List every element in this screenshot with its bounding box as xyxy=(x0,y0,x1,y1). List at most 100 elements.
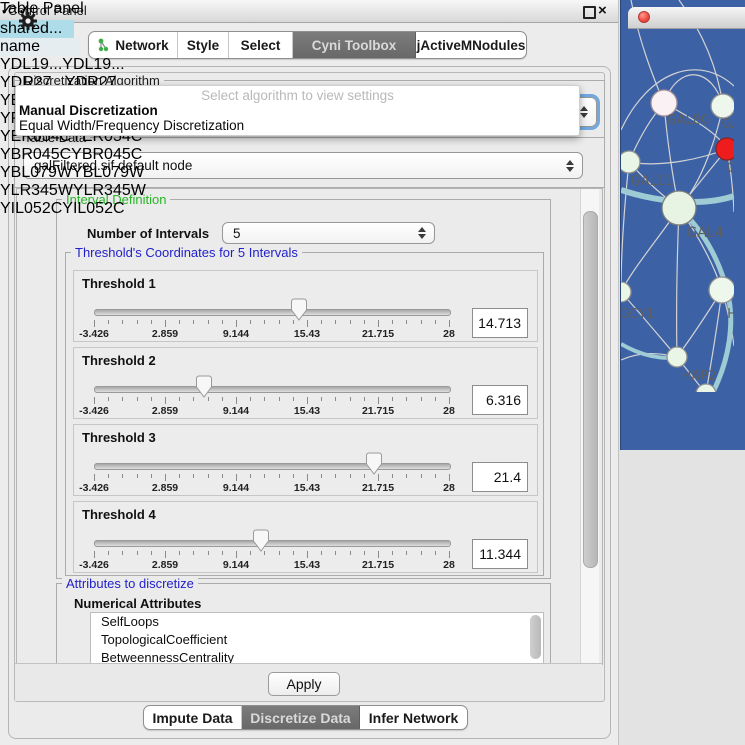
slider-track[interactable] xyxy=(94,386,451,393)
threshold-panel: Threshold 3-3.4262.8599.14415.4321.71528… xyxy=(73,424,538,496)
table-row[interactable]: YBR045CYBR045C xyxy=(0,146,149,164)
num-intervals-combobox[interactable]: 5 xyxy=(222,222,435,244)
num-intervals-value: 5 xyxy=(233,226,241,241)
top-tab-bar: NetworkStyleSelectCyni ToolboxjActiveMNo… xyxy=(88,31,527,59)
slider-tick xyxy=(179,551,180,555)
numerical-attributes-list[interactable]: SelfLoopsTopologicalCoefficientBetweenne… xyxy=(90,612,544,664)
slider-tick xyxy=(165,551,166,558)
attributes-scrollbar[interactable] xyxy=(530,615,541,659)
slider-tick xyxy=(335,397,336,401)
network-node-label: GAL11 xyxy=(631,174,674,189)
gear-icon[interactable] xyxy=(18,11,38,31)
table-cell: YDL19... xyxy=(0,56,62,73)
tab-label: jActiveMNodules xyxy=(417,38,526,53)
network-edge[interactable] xyxy=(621,162,629,292)
table-row[interactable]: YBL079WYBL079W xyxy=(0,164,149,182)
combo-spinner-icon xyxy=(580,106,588,118)
table-column-header[interactable]: name xyxy=(0,38,80,56)
algorithm-dropdown-popup: Select algorithm to view settings Manual… xyxy=(15,85,580,136)
network-node-gal4[interactable] xyxy=(662,191,696,225)
slider-axis-label: 2.859 xyxy=(152,482,178,494)
slider-tick xyxy=(94,551,95,558)
threshold-value-field[interactable]: 6.316 xyxy=(472,385,528,415)
network-canvas[interactable]: GAL80GACGAL11GAL4GCY1HHAP2 xyxy=(621,0,745,397)
slider-tick xyxy=(108,320,109,324)
slider-track[interactable] xyxy=(94,309,451,316)
slider-tick xyxy=(421,397,422,401)
dropdown-option[interactable]: Equal Width/Frequency Discretization xyxy=(19,118,244,133)
attribute-list-item[interactable]: TopologicalCoefficient xyxy=(91,631,543,649)
close-icon[interactable]: × xyxy=(598,0,607,22)
network-view-window: GAL80GACGAL11GAL4GCY1HHAP2 xyxy=(620,0,745,450)
settings-vscrollbar-track[interactable] xyxy=(580,189,599,664)
slider-tick xyxy=(151,397,152,401)
dropdown-option[interactable]: Manual Discretization xyxy=(19,103,158,118)
tab-discretize-data[interactable]: Discretize Data xyxy=(242,706,360,729)
slider-tick xyxy=(122,474,123,478)
threshold-value-field[interactable]: 14.713 xyxy=(472,308,528,338)
network-node-gal11[interactable] xyxy=(621,151,640,173)
slider-thumb[interactable] xyxy=(291,298,307,321)
slider-tick xyxy=(364,320,365,324)
checkbox-icon[interactable]: ✓ xyxy=(0,2,13,19)
attribute-list-item[interactable]: BetweennessCentrality xyxy=(91,649,543,664)
interval-definition-group: Interval Definition Number of Intervals … xyxy=(56,199,551,579)
threshold-value-field[interactable]: 11.344 xyxy=(472,539,528,569)
slider-tick xyxy=(236,397,237,404)
slider-tick xyxy=(321,551,322,555)
network-node-hap2[interactable] xyxy=(667,347,687,367)
network-edge[interactable] xyxy=(629,149,727,164)
slider-tick xyxy=(350,474,351,478)
slider-axis-label: 9.144 xyxy=(223,482,249,494)
tab-impute-data[interactable]: Impute Data xyxy=(144,706,242,729)
tab-style[interactable]: Style xyxy=(178,32,229,58)
slider-tick xyxy=(222,397,223,401)
network-edge-thick[interactable] xyxy=(621,344,669,358)
table-row[interactable]: YDL19...YDL19... xyxy=(0,56,149,74)
slider-tick xyxy=(392,320,393,324)
slider-thumb[interactable] xyxy=(253,529,269,552)
slider-tick xyxy=(392,551,393,555)
settings-vscrollbar-thumb[interactable] xyxy=(583,211,598,568)
slider-axis-label: 9.144 xyxy=(223,405,249,417)
attribute-items: SelfLoopsTopologicalCoefficientBetweenne… xyxy=(91,613,543,664)
slider-track[interactable] xyxy=(94,540,451,547)
table-row[interactable]: YLR345WYLR345W xyxy=(0,182,149,200)
slider-tick xyxy=(279,551,280,555)
network-node-g[interactable] xyxy=(711,94,734,118)
zoom-traffic-light-icon[interactable] xyxy=(628,11,640,23)
dropdown-hint: Select algorithm to view settings xyxy=(16,88,579,103)
network-node-h[interactable] xyxy=(709,277,734,303)
slider-tick xyxy=(279,397,280,401)
slider-tick xyxy=(435,551,436,555)
table-row[interactable]: YIL052CYIL052C xyxy=(0,200,149,218)
slider-tick xyxy=(137,320,138,324)
tab-infer-network[interactable]: Infer Network xyxy=(360,706,467,729)
network-node-c[interactable] xyxy=(716,138,734,160)
tab-jactivemnodules[interactable]: jActiveMNodules xyxy=(416,32,526,58)
slider-tick xyxy=(350,397,351,401)
apply-button[interactable]: Apply xyxy=(268,672,340,696)
num-intervals-label: Number of Intervals xyxy=(87,226,209,241)
tab-select[interactable]: Select xyxy=(229,32,293,58)
slider-tick xyxy=(151,320,152,324)
float-window-icon[interactable] xyxy=(583,6,596,19)
slider-tick xyxy=(350,320,351,324)
threshold-value-field[interactable]: 21.4 xyxy=(472,462,528,492)
attribute-list-item[interactable]: SelfLoops xyxy=(91,613,543,631)
tab-cyni-toolbox[interactable]: Cyni Toolbox xyxy=(293,32,416,58)
slider-tick xyxy=(406,551,407,555)
slider-thumb[interactable] xyxy=(196,375,212,398)
slider-axis-label: 9.144 xyxy=(223,559,249,571)
network-node-gcy1[interactable] xyxy=(621,282,631,302)
slider-tick xyxy=(364,397,365,401)
slider-axis-label: 15.43 xyxy=(294,482,320,494)
slider-axis-label: 21.715 xyxy=(362,559,394,571)
slider-tick xyxy=(208,320,209,324)
slider-track[interactable] xyxy=(94,463,451,470)
slider-axis-label: 21.715 xyxy=(362,482,394,494)
network-edge[interactable] xyxy=(677,208,679,357)
table-cell: YBR045C xyxy=(0,146,71,163)
slider-thumb[interactable] xyxy=(366,452,382,475)
slider-tick xyxy=(222,320,223,324)
